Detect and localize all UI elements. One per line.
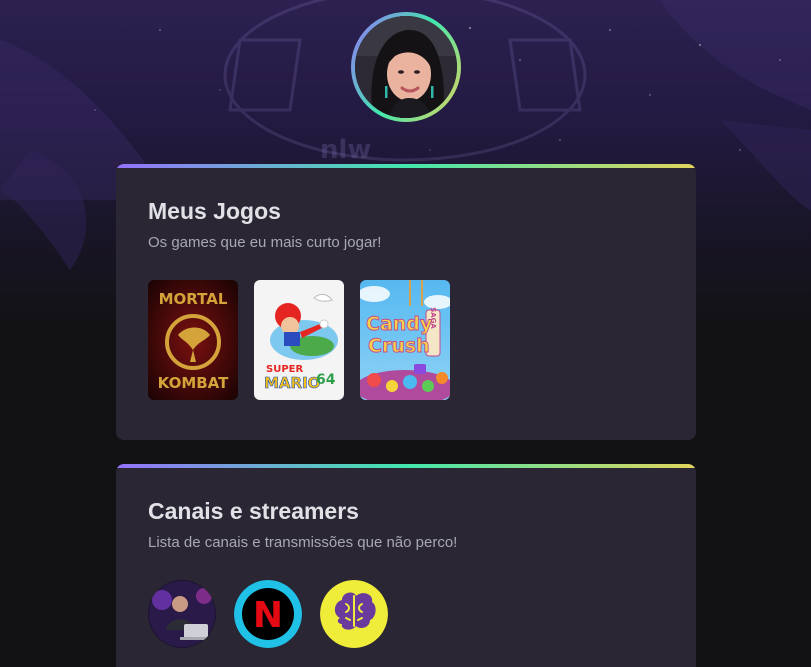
svg-text:nlw: nlw — [320, 135, 371, 165]
page: nlw Meus Jogos Os games que eu mais curt… — [0, 0, 811, 667]
profile-avatar — [351, 12, 461, 122]
channel-streamer-avatar[interactable] — [148, 580, 216, 648]
games-title: Meus Jogos — [148, 198, 281, 224]
brain-logo-icon — [320, 580, 388, 648]
mario-line2: MARIO — [264, 374, 320, 392]
mortal-kombat-line1: MORTAL — [159, 290, 228, 308]
game-cover-candy-crush[interactable]: Candy Crush SAGA — [360, 280, 450, 400]
games-card: Meus Jogos Os games que eu mais curto jo… — [116, 164, 696, 440]
game-cover-super-mario-64[interactable]: SUPER MARIO 64 — [254, 280, 344, 400]
candy-line2: Crush — [368, 335, 430, 357]
mario-line3: 64 — [316, 372, 336, 388]
games-subtitle: Os games que eu mais curto jogar! — [148, 234, 382, 251]
candy-line1: Candy — [366, 313, 433, 335]
channel-brain[interactable] — [320, 580, 388, 648]
candy-line3: SAGA — [429, 307, 437, 329]
user-photo-avatar-icon — [355, 16, 457, 118]
channels-subtitle: Lista de canais e transmissões que não p… — [148, 534, 458, 551]
netflix-logo-icon: N — [234, 580, 302, 648]
candy-crush-cover-icon: Candy Crush SAGA — [360, 280, 450, 400]
channels-title: Canais e streamers — [148, 498, 359, 524]
mortal-kombat-cover-icon: MORTAL KOMBAT — [148, 280, 238, 400]
game-cover-mortal-kombat[interactable]: MORTAL KOMBAT — [148, 280, 238, 400]
streamer-avatar-icon — [148, 580, 216, 648]
mortal-kombat-line2: KOMBAT — [158, 374, 230, 392]
channels-card: Canais e streamers Lista de canais e tra… — [116, 464, 696, 667]
channel-netflix[interactable]: N — [234, 580, 302, 648]
netflix-letter: N — [253, 595, 283, 636]
super-mario-64-cover-icon: SUPER MARIO 64 — [254, 280, 344, 400]
